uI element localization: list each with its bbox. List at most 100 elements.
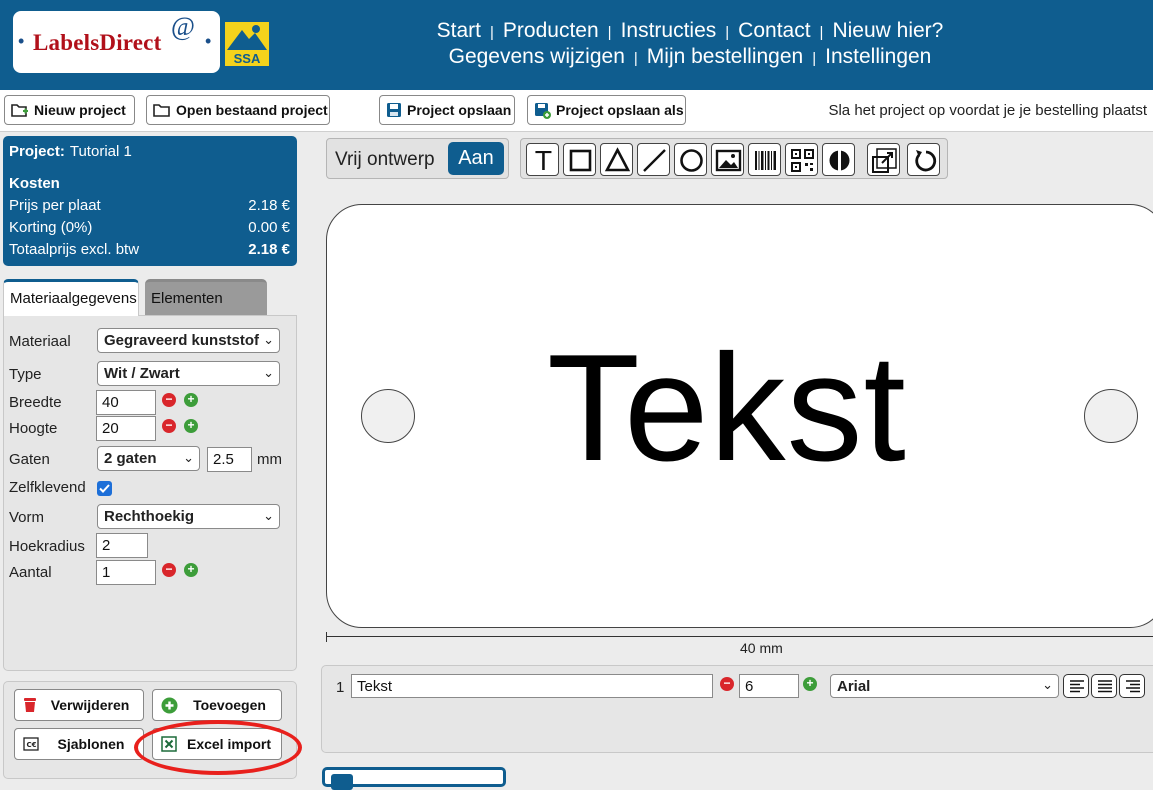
holes-select-value: 2 gaten — [104, 450, 157, 467]
bottom-panel-tab[interactable] — [322, 767, 506, 790]
rotate-tool-button[interactable] — [907, 143, 940, 176]
quantity-increase-button[interactable]: + — [184, 563, 198, 577]
shape-select-value: Rechthoekig — [104, 508, 195, 525]
font-size-increase-button[interactable]: + — [803, 677, 817, 691]
align-center-icon — [1098, 680, 1112, 693]
font-select[interactable]: Arial ⌄ — [830, 674, 1059, 698]
total-value: 2.18 € — [248, 241, 290, 258]
circle-tool-button[interactable] — [674, 143, 707, 176]
quantity-decrease-button[interactable]: − — [162, 563, 176, 577]
text-tool-icon: T — [535, 147, 552, 177]
image-icon — [715, 149, 742, 172]
design-tools: T — [520, 138, 948, 179]
align-left-button[interactable] — [1063, 674, 1089, 698]
type-select[interactable]: Wit / Zwart ⌄ — [97, 361, 280, 386]
material-select[interactable]: Gegraveerd kunststof ⌄ — [97, 328, 280, 353]
label-canvas[interactable]: Tekst — [326, 204, 1153, 628]
excel-import-button[interactable]: Excel import — [152, 728, 282, 760]
triangle-tool-button[interactable] — [600, 143, 633, 176]
templates-button[interactable]: C€ Sjablonen — [14, 728, 144, 760]
free-design-label: Vrij ontwerp — [335, 149, 435, 170]
font-select-value: Arial — [837, 678, 871, 695]
save-project-button[interactable]: Project opslaan — [379, 95, 515, 125]
new-folder-icon — [11, 104, 28, 117]
label-text-element[interactable]: Tekst — [547, 323, 907, 493]
price-per-plate-label: Prijs per plaat — [9, 197, 101, 214]
nav-nieuw-hier[interactable]: Nieuw hier? — [832, 19, 943, 42]
nav-separator: | — [490, 24, 494, 41]
tab-elementen[interactable]: Elementen — [145, 279, 267, 315]
hole-size-input[interactable]: 2.5 — [207, 447, 252, 472]
delete-button[interactable]: Verwijderen — [14, 689, 144, 721]
qr-code-tool-button[interactable] — [785, 143, 818, 176]
type-select-value: Wit / Zwart — [104, 365, 180, 382]
triangle-icon — [604, 147, 631, 172]
holes-label: Gaten — [9, 451, 50, 468]
resize-tool-button[interactable] — [867, 143, 900, 176]
width-dimension: 40 mm — [740, 640, 783, 656]
width-decrease-button[interactable]: − — [162, 393, 176, 407]
discount-value: 0.00 € — [248, 219, 290, 236]
floppy-disk-plus-icon — [535, 102, 551, 119]
label-hole-right — [1084, 389, 1138, 443]
price-per-plate-value: 2.18 € — [248, 197, 290, 214]
font-size-decrease-button[interactable]: − — [720, 677, 734, 691]
label-hole-left — [361, 389, 415, 443]
shape-select[interactable]: Rechthoekig ⌄ — [97, 504, 280, 529]
project-name-row: Project: Tutorial 1 — [9, 143, 290, 160]
save-project-as-button[interactable]: Project opslaan als — [527, 95, 686, 125]
image-tool-button[interactable] — [711, 143, 744, 176]
add-button[interactable]: Toevoegen — [152, 689, 282, 721]
align-right-button[interactable] — [1119, 674, 1145, 698]
project-name: Tutorial 1 — [69, 143, 132, 160]
labelsdirect-logo[interactable]: • LabelsDirect • @ — [13, 11, 220, 73]
nav-separator: | — [812, 50, 817, 67]
project-toolbar: Nieuw project Open bestaand project Proj… — [0, 90, 1153, 132]
discount-row: Korting (0%) 0.00 € — [9, 219, 290, 236]
ssa-mountain-icon — [227, 25, 267, 50]
line-tool-button[interactable] — [637, 143, 670, 176]
nav-instellingen[interactable]: Instellingen — [825, 45, 931, 68]
holes-select[interactable]: 2 gaten ⌄ — [97, 446, 200, 471]
new-project-button[interactable]: Nieuw project — [4, 95, 135, 125]
rotate-icon — [915, 150, 937, 172]
folder-icon — [153, 104, 170, 117]
width-input[interactable]: 40 — [96, 390, 156, 415]
qr-code-icon — [791, 149, 814, 172]
height-decrease-button[interactable]: − — [162, 419, 176, 433]
width-increase-button[interactable]: + — [184, 393, 198, 407]
font-size-input[interactable]: 6 — [739, 674, 799, 698]
element-editor: 1 Tekst − 6 + Arial ⌄ — [321, 665, 1153, 753]
barcode-tool-button[interactable] — [748, 143, 781, 176]
ssa-text: SSA — [233, 51, 261, 66]
price-per-plate-row: Prijs per plaat 2.18 € — [9, 197, 290, 214]
height-input[interactable]: 20 — [96, 416, 156, 441]
shape-library-tool-button[interactable] — [822, 143, 855, 176]
corner-radius-input[interactable]: 2 — [96, 533, 148, 558]
free-design-toggle[interactable]: Aan — [448, 142, 504, 175]
excel-icon — [161, 736, 177, 752]
nav-gegevens-wijzigen[interactable]: Gegevens wijzigen — [449, 45, 625, 68]
resize-icon — [872, 148, 897, 173]
circle-icon — [680, 149, 703, 172]
nav-contact[interactable]: Contact — [738, 19, 810, 42]
total-row: Totaalprijs excl. btw 2.18 € — [9, 241, 290, 258]
height-label: Hoogte — [9, 420, 58, 437]
nav-producten[interactable]: Producten — [503, 19, 599, 42]
nav-start[interactable]: Start — [437, 19, 481, 42]
element-text-input[interactable]: Tekst — [351, 674, 713, 698]
nav-mijn-bestellingen[interactable]: Mijn bestellingen — [647, 45, 803, 68]
chevron-down-icon: ⌄ — [263, 365, 274, 380]
align-center-button[interactable] — [1091, 674, 1117, 698]
text-tool-button[interactable]: T — [526, 143, 559, 177]
adhesive-checkbox[interactable] — [97, 481, 112, 496]
delete-label: Verwijderen — [50, 697, 130, 713]
save-hint-text: Sla het project op voordat je je bestell… — [828, 102, 1147, 119]
quantity-input[interactable]: 1 — [96, 560, 156, 585]
nav-separator: | — [725, 24, 730, 41]
rectangle-tool-button[interactable] — [563, 143, 596, 176]
tab-materiaalgegevens[interactable]: Materiaalgegevens — [3, 279, 139, 316]
height-increase-button[interactable]: + — [184, 419, 198, 433]
nav-instructies[interactable]: Instructies — [621, 19, 717, 42]
open-project-button[interactable]: Open bestaand project — [146, 95, 330, 125]
